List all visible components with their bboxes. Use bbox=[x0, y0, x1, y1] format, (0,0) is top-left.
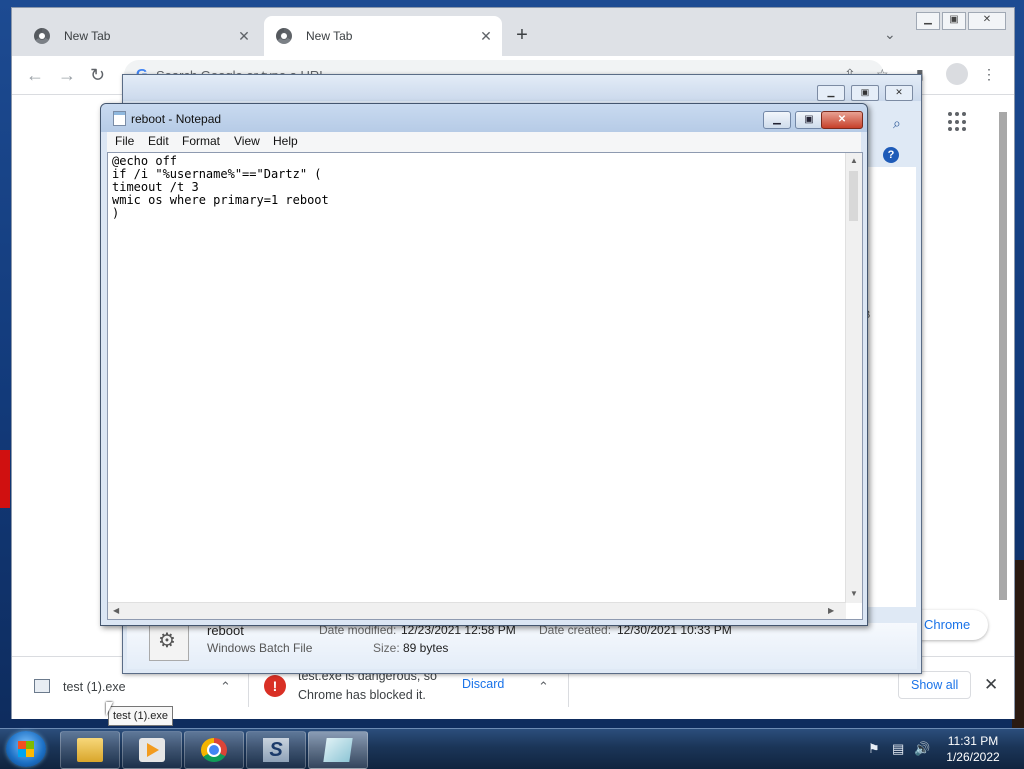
page-scrollbar[interactable] bbox=[996, 94, 1010, 664]
volume-icon[interactable]: 🔊 bbox=[914, 741, 930, 757]
minimize-button[interactable]: ▁ bbox=[763, 111, 791, 129]
size-value: 89 bytes bbox=[403, 641, 449, 655]
mouse-cursor-icon bbox=[106, 702, 120, 716]
reload-icon[interactable]: ↻ bbox=[90, 65, 105, 86]
close-button[interactable]: ✕ bbox=[968, 12, 1006, 30]
action-center-flag-icon[interactable]: ⚑ bbox=[868, 741, 880, 757]
download-item-test1[interactable]: test (1).exe bbox=[30, 673, 250, 703]
menu-kebab-icon[interactable]: ⋮ bbox=[982, 66, 996, 83]
scroll-right-arrow-icon[interactable]: ▶ bbox=[828, 606, 834, 615]
exe-file-icon bbox=[34, 679, 50, 693]
chrome-favicon-icon bbox=[276, 28, 292, 44]
taskbar-notepad[interactable] bbox=[308, 731, 368, 769]
tab-strip: New Tab ✕ New Tab ✕ + ⌄ ▁ ▣ ✕ bbox=[12, 8, 1014, 56]
chevron-up-icon[interactable]: ⌃ bbox=[220, 679, 231, 695]
menu-view[interactable]: View bbox=[234, 134, 260, 148]
minimize-button[interactable]: ▁ bbox=[817, 85, 845, 101]
tab-close-icon[interactable]: ✕ bbox=[476, 28, 496, 45]
maximize-button[interactable]: ▣ bbox=[851, 85, 879, 101]
profile-avatar-icon[interactable] bbox=[946, 63, 968, 85]
tab-search-chevron-icon[interactable]: ⌄ bbox=[884, 26, 896, 43]
show-all-button[interactable]: Show all bbox=[898, 671, 972, 699]
close-download-bar-icon[interactable]: ✕ bbox=[984, 675, 998, 695]
vertical-scrollbar[interactable]: ▲ ▼ bbox=[845, 153, 862, 603]
divider bbox=[248, 671, 249, 707]
explorer-right-pane bbox=[863, 167, 916, 607]
search-icon[interactable]: ⌕ bbox=[893, 115, 901, 132]
menu-format[interactable]: Format bbox=[182, 134, 220, 148]
system-clock[interactable]: 11:31 PM 1/26/2022 bbox=[930, 733, 1016, 765]
maximize-button[interactable]: ▣ bbox=[795, 111, 823, 129]
editor-content[interactable]: @echo off if /i "%username%"=="Dartz" ( … bbox=[112, 155, 329, 220]
notepad-icon bbox=[323, 738, 353, 762]
taskbar-app-s[interactable]: S bbox=[246, 731, 306, 769]
chrome-favicon-icon bbox=[34, 28, 50, 44]
scroll-left-arrow-icon[interactable]: ◀ bbox=[113, 606, 119, 615]
folder-icon bbox=[77, 738, 103, 762]
start-button[interactable] bbox=[6, 731, 46, 767]
size-label: Size: bbox=[373, 641, 400, 655]
menu-help[interactable]: Help bbox=[273, 134, 298, 148]
taskbar-media-player[interactable] bbox=[122, 731, 182, 769]
explorer-titlebar bbox=[123, 75, 921, 101]
clock-date: 1/26/2022 bbox=[946, 750, 1000, 764]
notepad-icon bbox=[113, 111, 126, 126]
menu-bar: File Edit Format View Help bbox=[107, 132, 861, 152]
danger-warning-icon: ! bbox=[264, 675, 286, 697]
network-icon[interactable]: ▤ bbox=[892, 741, 904, 757]
taskbar-explorer[interactable] bbox=[60, 731, 120, 769]
tab-title: New Tab bbox=[64, 29, 111, 43]
tab-2[interactable]: New Tab ✕ bbox=[264, 16, 502, 56]
notepad-window: reboot - Notepad ▁ ▣ ✕ File Edit Format … bbox=[100, 103, 868, 626]
window-title: reboot - Notepad bbox=[131, 112, 222, 126]
tab-close-icon[interactable]: ✕ bbox=[234, 28, 254, 45]
clock-time: 11:31 PM bbox=[947, 734, 999, 748]
notepad-titlebar[interactable]: reboot - Notepad ▁ ▣ ✕ bbox=[101, 104, 867, 132]
horizontal-scrollbar[interactable]: ◀ ▶ bbox=[108, 602, 846, 619]
text-editor[interactable]: @echo off if /i "%username%"=="Dartz" ( … bbox=[107, 152, 863, 620]
chrome-icon bbox=[201, 738, 227, 762]
media-player-icon bbox=[139, 738, 165, 762]
maximize-button[interactable]: ▣ bbox=[942, 12, 966, 30]
close-button[interactable]: ✕ bbox=[821, 111, 863, 129]
taskbar: S ⚑ ▤ 🔊 11:31 PM 1/26/2022 bbox=[0, 728, 1024, 769]
s-app-icon: S bbox=[263, 738, 289, 762]
tab-1[interactable]: New Tab ✕ bbox=[22, 16, 260, 56]
forward-arrow-icon[interactable]: → bbox=[58, 65, 76, 86]
menu-edit[interactable]: Edit bbox=[148, 134, 169, 148]
details-pane: reboot Windows Batch File Date modified:… bbox=[127, 623, 917, 669]
divider bbox=[568, 671, 569, 707]
taskbar-chrome[interactable] bbox=[184, 731, 244, 769]
batch-file-icon bbox=[149, 623, 189, 661]
google-apps-icon[interactable] bbox=[948, 112, 968, 132]
help-icon[interactable]: ? bbox=[883, 147, 899, 163]
menu-file[interactable]: File bbox=[115, 134, 134, 148]
chevron-up-icon[interactable]: ⌃ bbox=[538, 679, 549, 695]
scroll-up-arrow-icon[interactable]: ▲ bbox=[850, 156, 858, 165]
tab-title: New Tab bbox=[306, 29, 353, 43]
close-button[interactable]: ✕ bbox=[885, 85, 913, 101]
desktop-red-element bbox=[0, 450, 10, 508]
windows-logo-icon bbox=[18, 741, 34, 757]
discard-button[interactable]: Discard bbox=[462, 677, 504, 691]
scroll-down-arrow-icon[interactable]: ▼ bbox=[850, 589, 858, 598]
new-tab-plus-icon[interactable]: + bbox=[512, 24, 532, 48]
back-arrow-icon[interactable]: ← bbox=[26, 65, 44, 86]
minimize-button[interactable]: ▁ bbox=[916, 12, 940, 30]
file-type: Windows Batch File bbox=[207, 641, 313, 655]
scroll-thumb[interactable] bbox=[849, 171, 858, 221]
download-filename: test (1).exe bbox=[63, 680, 126, 694]
